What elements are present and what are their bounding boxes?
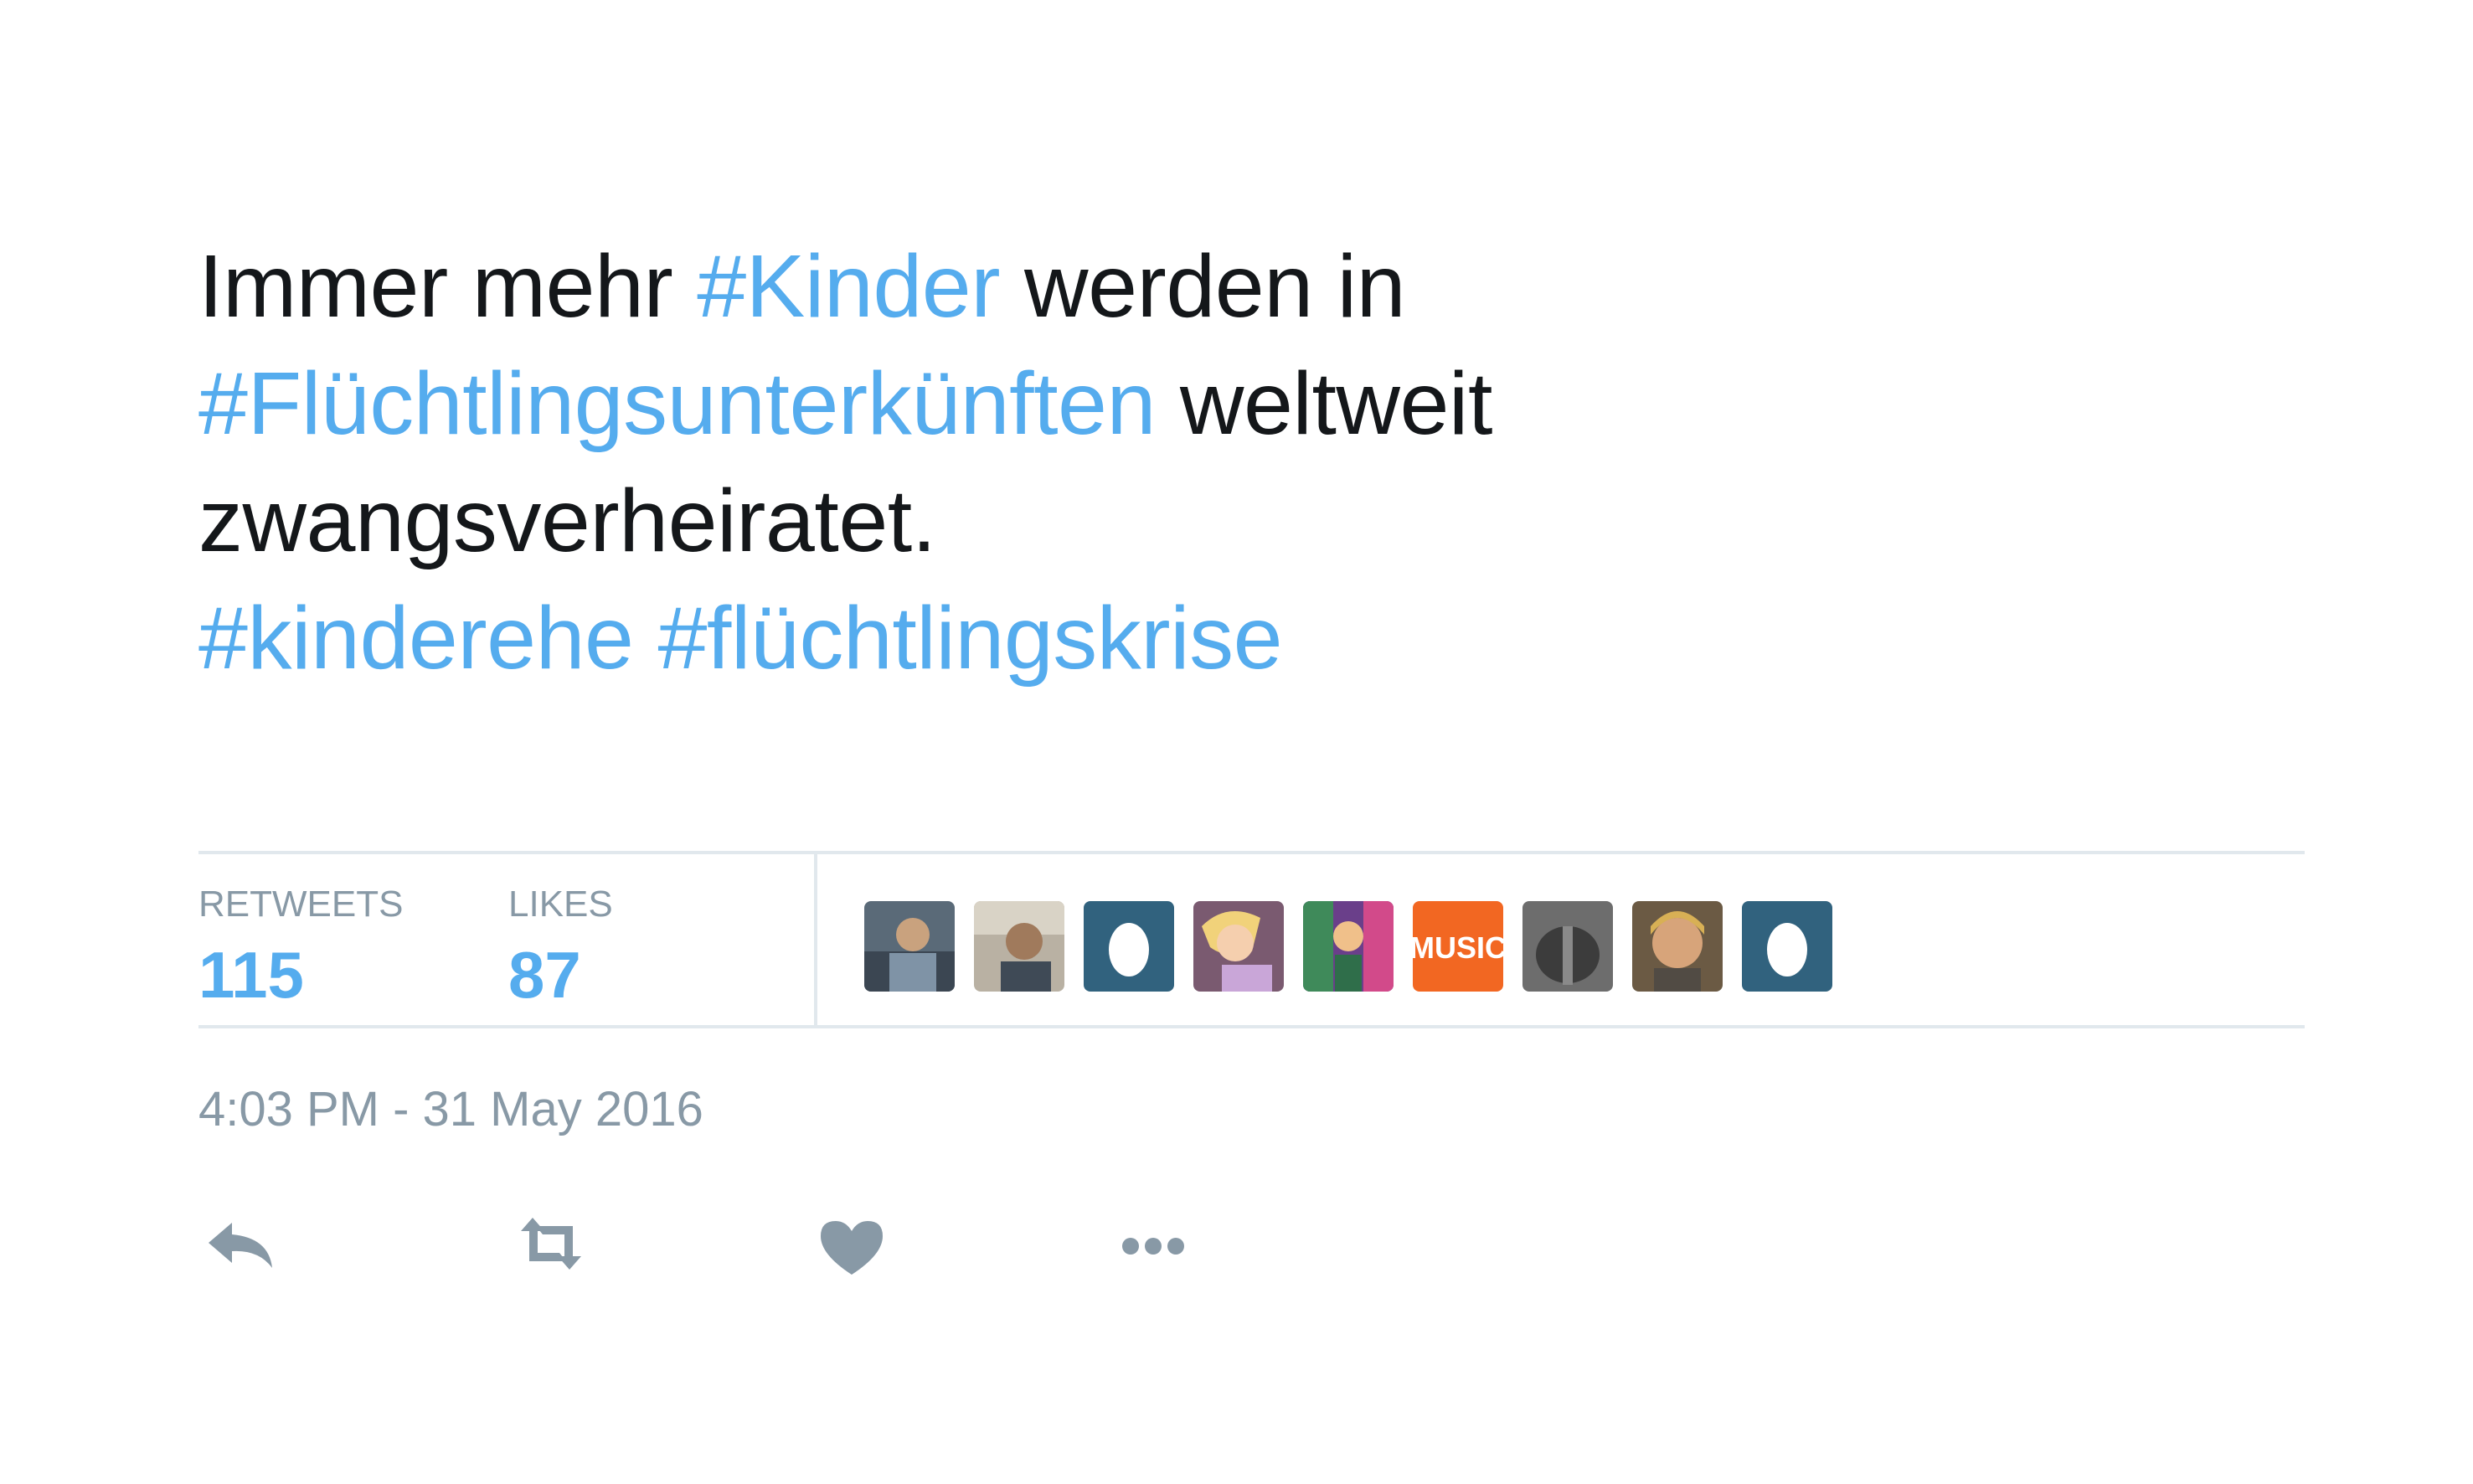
tweet-line: zwangsverheiratet. <box>198 462 2041 580</box>
avatar-colorful-art[interactable] <box>1303 901 1394 992</box>
tweet-stats: RETWEETS 115 LIKES 87 MUSIC <box>198 851 2305 1028</box>
retweets-label: RETWEETS <box>198 884 404 925</box>
more-icon <box>1107 1238 1199 1285</box>
tweet-line: #kinderehe #flüchtlingskrise <box>198 580 2041 697</box>
hashtag-link[interactable]: #kinderehe <box>198 589 634 688</box>
tweet-text-segment: weltweit <box>1155 354 1493 453</box>
avatar-default-egg-2[interactable] <box>1742 901 1832 992</box>
more-button[interactable] <box>1107 1206 1199 1281</box>
stats-divider <box>814 854 817 1025</box>
reply-button[interactable] <box>198 1206 291 1281</box>
reply-icon <box>198 1223 291 1285</box>
avatar-music-logo[interactable]: MUSIC <box>1413 901 1503 992</box>
tweet-text-segment: werden in <box>1000 237 1406 336</box>
avatar-photo-1[interactable] <box>864 901 955 992</box>
tweet-timestamp[interactable]: 4:03 PM - 31 May 2016 <box>198 1080 703 1139</box>
avatar-photo-2[interactable] <box>974 901 1064 992</box>
like-button[interactable] <box>806 1206 898 1281</box>
avatar-photo-back[interactable] <box>1522 901 1613 992</box>
hashtag-link[interactable]: #Flüchtlingsunterkünften <box>198 354 1156 453</box>
avatar-default-egg-1[interactable] <box>1084 901 1174 992</box>
tweet-line: #Flüchtlingsunterkünften weltweit <box>198 345 2041 462</box>
tweet-text: Immer mehr #Kinder werden in #Flüchtlings… <box>198 228 2041 697</box>
likes-label: LIKES <box>508 884 613 925</box>
likes-count: 87 <box>508 938 581 1012</box>
likes-stat[interactable]: LIKES 87 <box>508 881 613 1013</box>
hashtag-link[interactable]: #Kinder <box>697 237 1000 336</box>
retweet-icon <box>504 1218 596 1285</box>
retweets-count: 115 <box>198 938 304 1012</box>
tweet-line: Immer mehr #Kinder werden in <box>198 228 2041 345</box>
hashtag-link[interactable]: #flüchtlingskrise <box>657 589 1282 688</box>
retweets-stat[interactable]: RETWEETS 115 <box>198 881 403 1013</box>
avatar-cartoon-princess[interactable] <box>1193 901 1284 992</box>
svg-text:MUSIC: MUSIC <box>1413 930 1503 965</box>
tweet-text-segment: zwangsverheiratet. <box>198 471 936 570</box>
avatar-photo-man[interactable] <box>1632 901 1723 992</box>
retweet-button[interactable] <box>504 1206 596 1281</box>
tweet-text-segment <box>634 589 658 688</box>
heart-icon <box>806 1221 898 1285</box>
tweet-text-segment: Immer mehr <box>198 237 698 336</box>
